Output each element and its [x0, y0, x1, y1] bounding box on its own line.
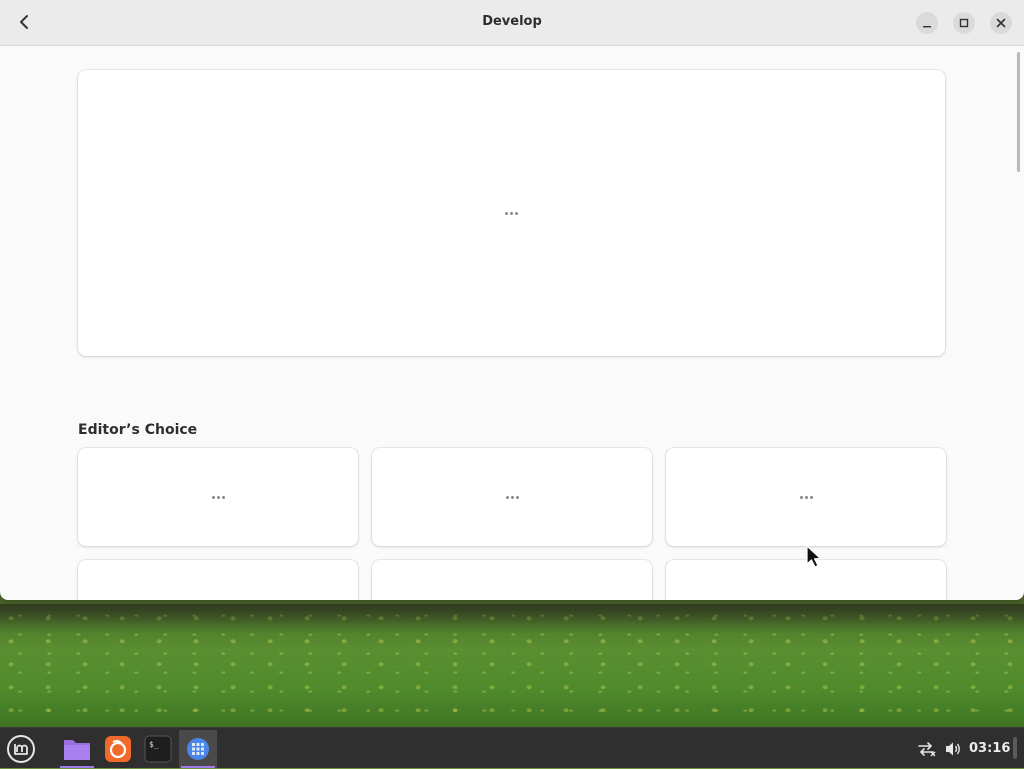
firefox-icon — [105, 736, 131, 762]
taskbar: $_ 03:16 — [0, 727, 1024, 768]
minimize-icon — [923, 26, 931, 28]
software-icon — [187, 738, 209, 760]
taskbar-app-firefox[interactable] — [99, 730, 137, 768]
taskbar-app-terminal[interactable]: $_ — [139, 730, 177, 768]
close-icon — [996, 18, 1006, 28]
taskbar-app-software[interactable] — [179, 730, 217, 768]
app-tile[interactable] — [78, 560, 358, 600]
svg-text:$_: $_ — [149, 740, 159, 749]
folder-icon — [64, 740, 90, 760]
app-window: Develop Editor’s Choice — [0, 0, 1024, 600]
network-disconnected-icon — [918, 741, 936, 756]
close-button[interactable] — [990, 12, 1012, 34]
scrollbar[interactable] — [1017, 52, 1020, 172]
panel-handle[interactable] — [1013, 737, 1017, 759]
maximize-button[interactable] — [953, 12, 975, 34]
mint-menu-icon — [7, 735, 35, 763]
loading-indicator — [505, 211, 518, 215]
page-content[interactable]: Editor’s Choice — [0, 46, 1024, 600]
maximize-icon — [959, 18, 969, 28]
app-tile[interactable] — [372, 448, 652, 546]
volume-applet[interactable] — [942, 728, 964, 769]
loading-indicator — [799, 495, 813, 499]
app-tile[interactable] — [372, 560, 652, 600]
window-title: Develop — [482, 14, 542, 29]
wallpaper-hedge — [0, 604, 1024, 634]
menu-button[interactable] — [5, 733, 37, 765]
header-bar: Develop — [0, 0, 1024, 46]
featured-banner[interactable] — [78, 70, 945, 356]
clock[interactable]: 03:16 — [969, 728, 1010, 769]
network-applet[interactable] — [916, 728, 938, 769]
loading-indicator — [505, 495, 519, 499]
app-tile[interactable] — [666, 448, 946, 546]
app-tile[interactable] — [78, 448, 358, 546]
terminal-icon: $_ — [144, 735, 172, 763]
section-title: Editor’s Choice — [78, 422, 198, 438]
mouse-pointer-icon — [806, 545, 822, 568]
taskbar-app-files[interactable] — [58, 730, 96, 768]
loading-indicator — [211, 495, 225, 499]
volume-icon — [946, 742, 960, 755]
minimize-button[interactable] — [916, 12, 938, 34]
